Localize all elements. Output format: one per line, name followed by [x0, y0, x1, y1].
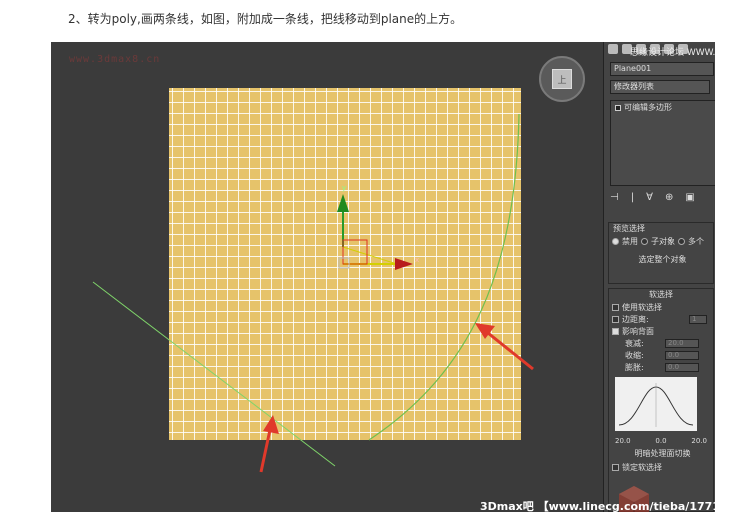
perspective-viewport[interactable]: www.3dmax8.cn y x 上 — [51, 42, 603, 512]
falloff-curve-graph — [615, 377, 697, 431]
graph-left-label: 20.0 — [615, 437, 631, 445]
annotation-arrow-right — [475, 323, 534, 371]
soft-selection-title[interactable]: 软选择 — [609, 289, 713, 301]
radio-disable-label: 禁用 — [622, 236, 638, 246]
pinch-spinner[interactable]: 0.0 — [665, 350, 699, 360]
straight-spline — [92, 281, 336, 467]
select-whole-object[interactable]: 选定整个对象 — [609, 253, 713, 265]
edge-distance-checkbox[interactable] — [612, 315, 619, 323]
modifier-list-dropdown[interactable]: 修改器列表 — [610, 80, 710, 94]
create-tab-icon[interactable] — [608, 44, 618, 54]
viewcube-icon[interactable]: 上 — [539, 56, 585, 102]
panel-watermark: 思缘设计论坛 WWW.MISSYUAN.COM — [630, 48, 715, 58]
use-soft-label: 使用软选择 — [622, 302, 662, 312]
graph-axis: 20.0 0.0 20.0 — [609, 437, 713, 445]
max-window: www.3dmax8.cn y x 上 思缘设计论坛 WWW. Plane001… — [51, 42, 715, 512]
command-panel: 思缘设计论坛 WWW.MISSYUAN.COM Plane001 修改器列表 可… — [603, 42, 715, 512]
bubble-label: 膨胀: — [625, 362, 644, 372]
tutorial-caption: 2、转为poly,画两条线，如图，附加成一条线，把线移动到plane的上方。 — [68, 12, 463, 26]
stack-item-label: 可编辑多边形 — [624, 103, 672, 112]
falloff-row: 衰减: 20.0 — [609, 337, 713, 349]
graph-mid-label: 0.0 — [655, 437, 667, 445]
move-gizmo: y x — [337, 184, 419, 270]
use-soft-checkbox[interactable] — [612, 303, 619, 311]
affect-backfacing-checkbox[interactable] — [612, 327, 619, 335]
affect-backfacing-row[interactable]: 影响背面 — [609, 325, 713, 337]
pinch-row: 收缩: 0.0 — [609, 349, 713, 361]
viewport-overlay: y x — [92, 113, 534, 473]
edge-distance-label: 边距离: — [622, 314, 649, 324]
use-soft-selection[interactable]: 使用软选择 — [609, 301, 713, 313]
make-unique-icon[interactable]: ∀ — [646, 192, 653, 203]
svg-text:y: y — [342, 184, 346, 192]
affect-backfacing-label: 影响背面 — [622, 326, 654, 336]
bottom-watermark: 3Dmax吧 【www.linecg.com/tieba/1771】 — [480, 500, 731, 513]
radio-subobject[interactable] — [641, 237, 648, 245]
modifier-stack[interactable]: 可编辑多边形 — [610, 100, 715, 186]
falloff-label: 衰减: — [625, 338, 644, 348]
lock-soft-row[interactable]: 锁定软选择 — [609, 461, 713, 473]
svg-text:x: x — [415, 256, 419, 264]
show-end-result-icon[interactable]: | — [631, 192, 634, 203]
remove-modifier-icon[interactable]: ⊕ — [665, 192, 673, 203]
stack-tools: ⊣ | ∀ ⊕ ▣ — [610, 192, 695, 203]
pin-stack-icon[interactable]: ⊣ — [610, 192, 619, 203]
stack-item-editable-poly[interactable]: 可编辑多边形 — [613, 103, 672, 113]
graph-right-label: 20.0 — [691, 437, 707, 445]
falloff-spinner[interactable]: 20.0 — [665, 338, 699, 348]
viewcube-face[interactable]: 上 — [552, 69, 572, 89]
annotation-arrow-left — [259, 415, 279, 473]
curved-spline — [368, 113, 520, 441]
lock-soft-label: 锁定软选择 — [622, 462, 662, 472]
bubble-spinner[interactable]: 0.0 — [665, 362, 699, 372]
radio-subobject-label: 子对象 — [651, 236, 675, 246]
preview-options: 禁用 子对象 多个 — [609, 235, 713, 247]
radio-multi[interactable] — [678, 237, 685, 245]
edge-distance-row: 边距离: 1 — [609, 313, 713, 325]
radio-disable[interactable] — [612, 237, 619, 245]
expand-icon[interactable] — [615, 105, 621, 111]
bubble-row: 膨胀: 0.0 — [609, 361, 713, 373]
shaded-face-toggle-button[interactable]: 明暗处理面切换 — [609, 447, 713, 459]
preview-selection-rollout: 预览选择 禁用 子对象 多个 选定整个对象 — [608, 222, 714, 284]
configure-sets-icon[interactable]: ▣ — [685, 192, 694, 203]
edge-distance-spinner[interactable]: 1 — [689, 314, 707, 324]
preview-selection-title: 预览选择 — [613, 224, 645, 233]
radio-multi-label: 多个 — [688, 236, 704, 246]
lock-soft-checkbox[interactable] — [612, 463, 619, 471]
object-name-field[interactable]: Plane001 — [610, 62, 714, 76]
soft-selection-rollout: 软选择 使用软选择 边距离: 1 影响背面 衰减: 20.0 收缩: 0.0 膨胀:… — [608, 288, 714, 512]
pinch-label: 收缩: — [625, 350, 644, 360]
